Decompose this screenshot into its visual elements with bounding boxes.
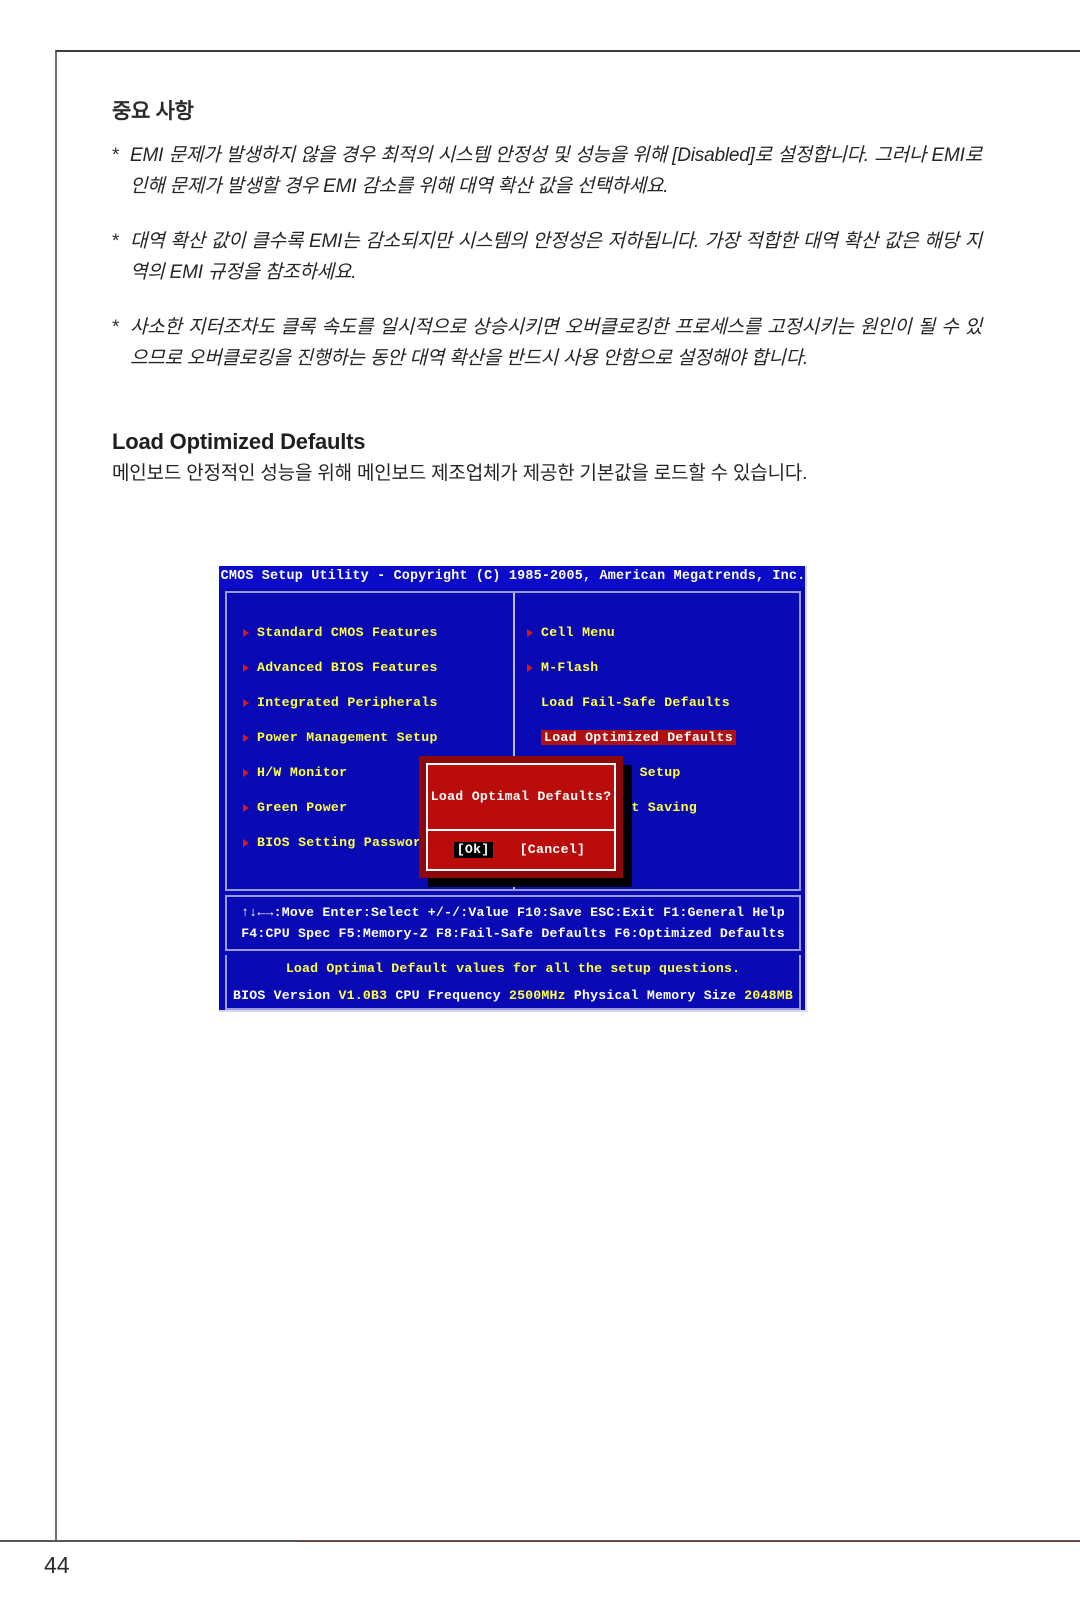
bullet-marker: *	[112, 145, 120, 166]
dialog-inner-frame: Load Optimal Defaults? [Ok] [Cancel]	[426, 763, 616, 871]
note-bullet-3: * 사소한 지터조차도 클록 속도를 일시적으로 상승시키면 오버클로킹한 프로…	[112, 312, 982, 374]
footer-divider-accent	[300, 1541, 1080, 1542]
menu-item-label: Power Management Setup	[257, 729, 438, 745]
note-bullet-text: 사소한 지터조차도 클록 속도를 일시적으로 상승시키면 오버클로킹한 프로세스…	[130, 317, 982, 369]
triangle-right-icon	[243, 663, 249, 672]
menu-item-label: H/W Monitor	[257, 764, 348, 780]
bios-menu-item-m-flash[interactable]: M-Flash	[527, 650, 789, 685]
menu-item-label: Load Optimized Defaults	[541, 729, 736, 746]
section-heading-load-optimized-defaults: Load Optimized Defaults	[112, 429, 366, 454]
bullet-marker: *	[112, 317, 120, 338]
menu-item-label: Green Power	[257, 799, 348, 815]
bios-status-bar: BIOS Version V1.0B3 CPU Frequency 2500MH…	[225, 983, 801, 1010]
important-note-heading: 중요 사항	[112, 100, 194, 123]
note-bullet-text: 대역 확산 값이 클수록 EMI는 감소되지만 시스템의 안정성은 저하됩니다.…	[130, 231, 982, 283]
dialog-ok-button[interactable]: [Ok]	[453, 842, 493, 858]
bios-key-help-panel: ↑↓←→:Move Enter:Select +/-/:Value F10:Sa…	[225, 895, 801, 951]
note-bullet-1: * EMI 문제가 발생하지 않을 경우 최적의 시스템 안정성 및 성능을 위…	[112, 140, 982, 202]
bullet-marker: *	[112, 231, 120, 252]
bios-menu-item-standard-cmos-features[interactable]: Standard CMOS Features	[243, 615, 505, 650]
bios-menu-item-power-management-setup[interactable]: Power Management Setup	[243, 720, 505, 755]
triangle-right-icon	[243, 803, 249, 812]
triangle-right-icon	[243, 628, 249, 637]
triangle-right-icon	[243, 768, 249, 777]
dialog-cancel-button[interactable]: [Cancel]	[517, 842, 589, 857]
note-bullet-text: EMI 문제가 발생하지 않을 경우 최적의 시스템 안정성 및 성능을 위해 …	[130, 145, 982, 197]
dialog-message: Load Optimal Defaults?	[428, 765, 614, 831]
cpu-frequency-label: CPU Frequency	[395, 987, 501, 1003]
triangle-right-icon	[527, 628, 533, 637]
bios-screenshot-figure: CMOS Setup Utility - Copyright (C) 1985-…	[219, 566, 807, 1012]
dialog-button-row: [Ok] [Cancel]	[428, 831, 614, 869]
menu-item-label: M-Flash	[541, 659, 599, 675]
bios-main-panel: Standard CMOS Features Advanced BIOS Fea…	[225, 591, 801, 891]
bios-menu-item-load-optimized-defaults[interactable]: Load Optimized Defaults	[527, 720, 789, 755]
triangle-right-icon	[243, 838, 249, 847]
page-number: 44	[44, 1552, 70, 1578]
note-bullet-2: * 대역 확산 값이 클수록 EMI는 감소되지만 시스템의 안정성은 저하됩니…	[112, 226, 982, 288]
physical-memory-value: 2048MB	[744, 987, 793, 1003]
bios-version-label: BIOS Version	[233, 987, 331, 1003]
triangle-right-icon	[243, 698, 249, 707]
bios-menu-item-load-fail-safe-defaults[interactable]: Load Fail-Safe Defaults	[527, 685, 789, 720]
bios-menu-item-cell-menu[interactable]: Cell Menu	[527, 615, 789, 650]
menu-item-label: Load Fail-Safe Defaults	[541, 694, 730, 710]
menu-item-label: Standard CMOS Features	[257, 624, 438, 640]
menu-item-label: Integrated Peripherals	[257, 694, 438, 710]
cpu-frequency-value: 2500MHz	[508, 987, 566, 1003]
bios-menu-item-integrated-peripherals[interactable]: Integrated Peripherals	[243, 685, 505, 720]
bios-title-bar: CMOS Setup Utility - Copyright (C) 1985-…	[219, 566, 805, 588]
bios-help-line-2: F4:CPU Spec F5:Memory-Z F8:Fail-Safe Def…	[241, 925, 785, 941]
page-content: 중요 사항 * EMI 문제가 발생하지 않을 경우 최적의 시스템 안정성 및…	[112, 95, 982, 489]
bios-menu-item-advanced-bios-features[interactable]: Advanced BIOS Features	[243, 650, 505, 685]
triangle-right-icon	[243, 733, 249, 742]
physical-memory-label: Physical Memory Size	[573, 987, 737, 1003]
menu-item-label: Cell Menu	[541, 624, 615, 640]
triangle-right-icon	[527, 663, 533, 672]
menu-item-label: BIOS Setting Password	[257, 834, 430, 850]
bios-help-line-1: ↑↓←→:Move Enter:Select +/-/:Value F10:Sa…	[241, 905, 785, 921]
section-body-text: 메인보드 안정적인 성능을 위해 메인보드 제조업체가 제공한 기본값을 로드할…	[112, 463, 808, 484]
load-optimal-defaults-dialog: Load Optimal Defaults? [Ok] [Cancel]	[419, 756, 623, 878]
manual-page: 중요 사항 * EMI 문제가 발생하지 않을 경우 최적의 시스템 안정성 및…	[0, 0, 1080, 1620]
bios-item-description: Load Optimal Default values for all the …	[225, 955, 801, 983]
bios-version-value: V1.0B3	[338, 987, 388, 1003]
menu-item-label: Advanced BIOS Features	[257, 659, 438, 675]
